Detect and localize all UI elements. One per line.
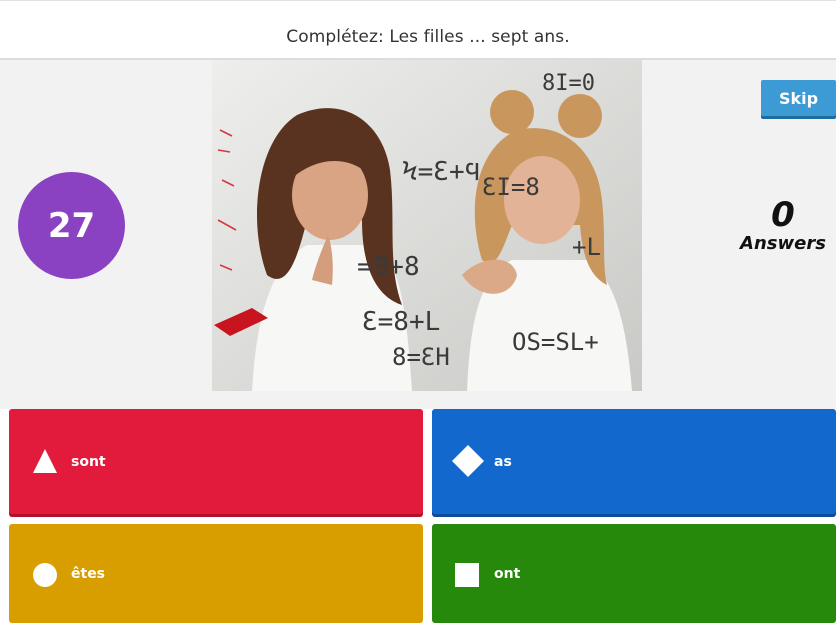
answers-counter: 0 Answers	[730, 196, 836, 254]
answer-option-as[interactable]: as	[432, 409, 836, 514]
square-icon	[455, 563, 479, 587]
answer-label-etes: êtes	[71, 565, 106, 582]
question-bar: Complétez: Les filles ... sept ans.	[0, 0, 836, 60]
circle-icon	[33, 563, 57, 587]
svg-text:Ɛ=8+L: Ɛ=8+L	[362, 307, 440, 337]
answer-label-as: as	[494, 453, 512, 470]
timer-value: 27	[47, 205, 96, 246]
svg-text:8=ƐH: 8=ƐH	[392, 343, 450, 371]
answer-label-sont: sont	[71, 453, 106, 470]
svg-text:OS=SL+: OS=SL+	[512, 328, 599, 356]
skip-button[interactable]: Skip	[761, 80, 836, 116]
question-stage: 27 Ϟ=Ɛ+Ϥ ƐI=8 8I=0 =Ɓ+8 Ɛ=8+L 8=ƐH OS=SL…	[0, 60, 836, 409]
triangle-icon	[33, 449, 57, 473]
svg-text:ƐI=8: ƐI=8	[482, 173, 540, 201]
answer-label-ont: ont	[494, 565, 521, 582]
svg-text:=Ɓ+8: =Ɓ+8	[357, 252, 420, 282]
question-text: Complétez: Les filles ... sept ans.	[286, 27, 570, 47]
answer-option-etes[interactable]: êtes	[9, 524, 423, 623]
answers-count: 0	[771, 195, 795, 235]
answer-option-ont[interactable]: ont	[432, 524, 836, 623]
svg-text:Ϟ=Ɛ+Ϥ: Ϟ=Ɛ+Ϥ	[402, 157, 480, 187]
question-image: Ϟ=Ɛ+Ϥ ƐI=8 8I=0 =Ɓ+8 Ɛ=8+L 8=ƐH OS=SL+ +…	[212, 60, 642, 391]
diamond-icon	[452, 445, 484, 477]
svg-text:8I=0: 8I=0	[542, 71, 595, 96]
answer-option-sont[interactable]: sont	[9, 409, 423, 514]
svg-text:+L: +L	[572, 233, 601, 261]
countdown-timer: 27	[18, 172, 125, 279]
answers-label: Answers	[740, 233, 826, 254]
